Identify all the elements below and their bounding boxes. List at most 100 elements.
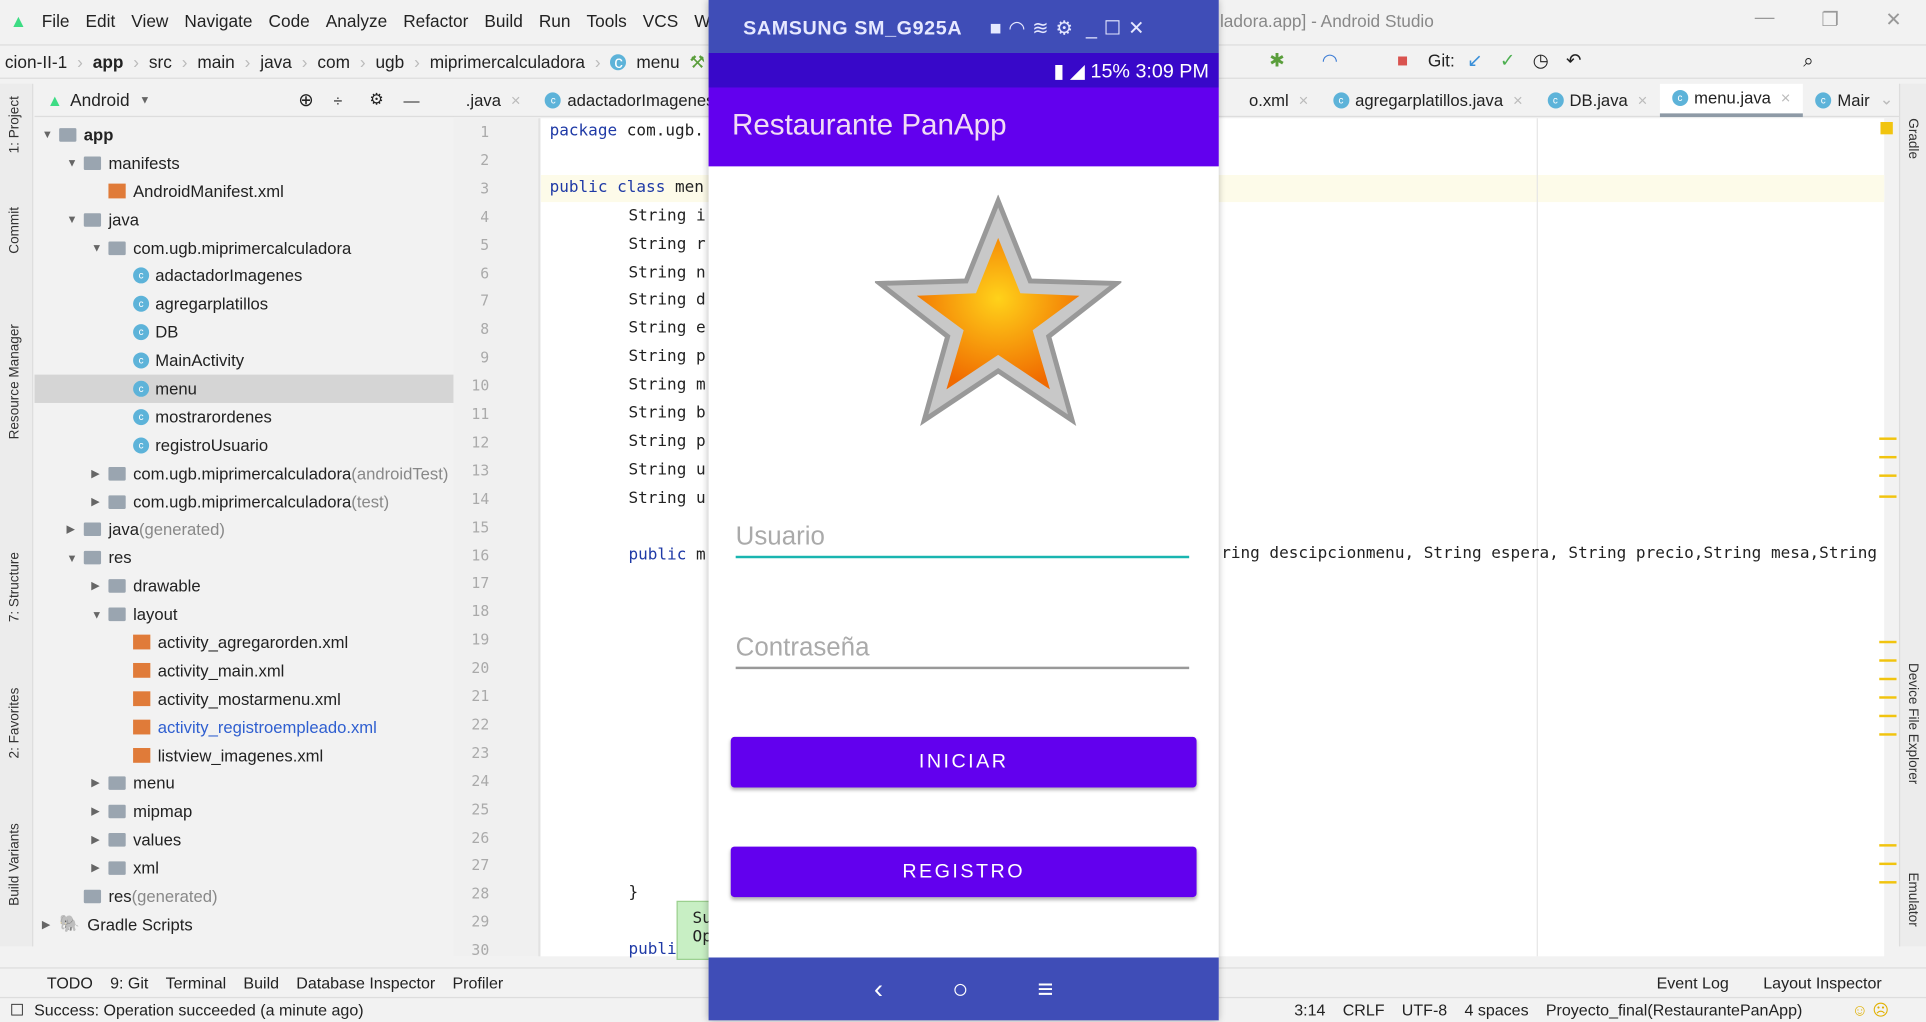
caret-position[interactable]: 3:14 bbox=[1294, 1001, 1325, 1019]
tab-close-icon[interactable]: × bbox=[1781, 89, 1791, 107]
minimize-icon[interactable]: — bbox=[1755, 7, 1775, 29]
tree-item[interactable]: ▶ com.ugb.miprimercalculadora (test) bbox=[35, 487, 454, 515]
menu-file[interactable]: File bbox=[42, 11, 70, 31]
menu-code[interactable]: Code bbox=[269, 11, 310, 31]
collapsed-arrow-icon[interactable]: ▶ bbox=[91, 495, 108, 509]
warning-stripe[interactable] bbox=[1879, 696, 1897, 699]
tab-close-icon[interactable]: × bbox=[1638, 91, 1648, 109]
collapsed-arrow-icon[interactable]: ▶ bbox=[91, 805, 108, 819]
warning-stripe[interactable] bbox=[1879, 640, 1897, 644]
rollback-icon[interactable]: ↶ bbox=[1566, 49, 1582, 72]
tool-event-log[interactable]: Event Log bbox=[1657, 974, 1729, 992]
tree-item[interactable]: ▶ java (generated) bbox=[35, 516, 454, 544]
usuario-field[interactable]: Usuario bbox=[735, 522, 1190, 559]
warning-stripe[interactable] bbox=[1879, 437, 1897, 440]
breadcrumb-item[interactable]: ugb bbox=[375, 52, 404, 72]
tool-window-3[interactable]: 7: Structure bbox=[7, 552, 22, 622]
warning-marker[interactable] bbox=[1880, 121, 1893, 135]
menu-view[interactable]: View bbox=[131, 11, 168, 31]
project-view-select[interactable]: Android bbox=[70, 90, 129, 110]
tool-window-1[interactable]: Commit bbox=[7, 207, 22, 254]
breadcrumb-item[interactable]: cion-II-1 bbox=[5, 52, 67, 72]
tree-item[interactable]: c DB bbox=[35, 318, 454, 346]
status-message[interactable]: Success: Operation succeeded (a minute a… bbox=[34, 1001, 363, 1019]
tree-item[interactable]: c menu bbox=[34, 374, 454, 403]
tree-item[interactable]: c MainActivity bbox=[35, 346, 454, 374]
tab-close-icon[interactable]: × bbox=[1299, 91, 1309, 109]
locate-icon[interactable]: ⊕ bbox=[298, 89, 314, 111]
warning-stripe[interactable] bbox=[1879, 455, 1897, 459]
expanded-arrow-icon[interactable]: ▼ bbox=[67, 213, 84, 225]
menu-tools[interactable]: Tools bbox=[586, 11, 626, 31]
menu-refactor[interactable]: Refactor bbox=[403, 11, 468, 31]
expanded-arrow-icon[interactable]: ▼ bbox=[42, 129, 59, 141]
expanded-arrow-icon[interactable]: ▼ bbox=[91, 242, 108, 254]
menu-analyze[interactable]: Analyze bbox=[326, 11, 387, 31]
line-separator[interactable]: CRLF bbox=[1343, 1001, 1385, 1019]
editor-tab[interactable]: c Mair ⌄ bbox=[1803, 83, 1906, 116]
tree-item[interactable]: activity_main.xml bbox=[35, 657, 454, 685]
editor-tab[interactable]: c DB.java × bbox=[1535, 83, 1660, 116]
tree-item[interactable]: activity_agregarorden.xml bbox=[35, 629, 454, 657]
expanded-arrow-icon[interactable]: ▼ bbox=[67, 157, 84, 169]
breadcrumb-item[interactable]: menu bbox=[636, 52, 679, 72]
tree-item[interactable]: c mostrarordenes bbox=[35, 403, 454, 431]
tree-item[interactable]: ▶ xml bbox=[35, 854, 454, 882]
editor-tab[interactable]: c agregarplatillos.java × bbox=[1321, 83, 1535, 116]
chevron-down-icon[interactable]: ▼ bbox=[139, 94, 150, 106]
close-icon[interactable]: ✕ bbox=[1885, 7, 1902, 32]
history-icon[interactable]: ◷ bbox=[1533, 49, 1549, 72]
warning-stripe[interactable] bbox=[1879, 659, 1897, 662]
tree-item[interactable]: c registroUsuario bbox=[35, 431, 454, 459]
profiler-icon[interactable]: ◠ bbox=[1322, 49, 1338, 72]
tool-profiler[interactable]: Profiler bbox=[452, 974, 503, 992]
warning-stripe[interactable] bbox=[1879, 495, 1897, 498]
tree-item[interactable]: ▶ com.ugb.miprimercalculadora (androidTes… bbox=[35, 459, 454, 487]
collapsed-arrow-icon[interactable]: ▶ bbox=[91, 833, 108, 847]
feedback-icon[interactable]: ☺ ☹ bbox=[1852, 1000, 1890, 1020]
tree-item[interactable]: ▶ values bbox=[35, 826, 454, 854]
collapse-icon[interactable]: ÷ bbox=[334, 91, 343, 109]
back-icon[interactable]: ‹ bbox=[874, 973, 883, 1005]
breadcrumb-item[interactable]: app bbox=[93, 52, 124, 72]
restore-icon[interactable]: ❐ bbox=[1821, 7, 1839, 32]
tree-item[interactable]: ▶ menu bbox=[35, 770, 454, 798]
tree-item[interactable]: ▼ java bbox=[35, 205, 454, 233]
tree-item[interactable]: ▼ manifests bbox=[35, 149, 454, 177]
menu-edit[interactable]: Edit bbox=[86, 11, 116, 31]
tool-window-0[interactable]: 1: Project bbox=[7, 96, 22, 153]
breadcrumb-item[interactable]: com bbox=[317, 52, 350, 72]
tree-item[interactable]: ▼ com.ugb.miprimercalculadora bbox=[35, 234, 454, 262]
tree-item[interactable]: ▶ drawable bbox=[35, 572, 454, 600]
stop-icon[interactable]: ■ bbox=[1397, 50, 1408, 71]
expanded-arrow-icon[interactable]: ▼ bbox=[67, 552, 84, 564]
search-icon[interactable]: ⌕ bbox=[1803, 50, 1813, 71]
tree-item[interactable]: ▶ 🐘 Gradle Scripts bbox=[35, 911, 454, 939]
recents-icon[interactable]: ≡ bbox=[1037, 973, 1053, 1005]
git-update-icon[interactable]: ↙ bbox=[1467, 49, 1483, 72]
warning-stripe[interactable] bbox=[1879, 733, 1897, 736]
tool-window-right-2[interactable]: Emulator bbox=[1905, 872, 1920, 926]
tool-9-git[interactable]: 9: Git bbox=[110, 974, 148, 992]
editor-tab[interactable]: o.xml × bbox=[1237, 83, 1321, 116]
breadcrumb-item[interactable]: miprimercalculadora bbox=[430, 52, 585, 72]
breadcrumb-item[interactable]: main bbox=[197, 52, 234, 72]
home-icon[interactable]: ○ bbox=[952, 973, 968, 1005]
editor-tab[interactable]: .java × bbox=[453, 83, 532, 116]
emulator-controls-icon[interactable]: ■ ◠ ≋ ⚙ _ ☐ ✕ bbox=[990, 18, 1145, 39]
tree-item[interactable]: ▶ mipmap bbox=[35, 798, 454, 826]
git-commit-icon[interactable]: ✓ bbox=[1500, 49, 1516, 72]
collapsed-arrow-icon[interactable]: ▶ bbox=[91, 861, 108, 875]
tool-window-right-0[interactable]: Gradle bbox=[1905, 118, 1920, 159]
tree-item[interactable]: c adactadorImagenes bbox=[35, 262, 454, 290]
tree-item[interactable]: ▼ layout bbox=[35, 600, 454, 628]
collapsed-arrow-icon[interactable]: ▶ bbox=[42, 918, 59, 932]
contrasena-field[interactable]: Contraseña bbox=[735, 633, 1190, 670]
tool-build[interactable]: Build bbox=[243, 974, 279, 992]
breadcrumb-item[interactable]: src bbox=[149, 52, 172, 72]
tree-item[interactable]: c agregarplatillos bbox=[35, 290, 454, 318]
tool-layout-inspector[interactable]: Layout Inspector bbox=[1763, 974, 1881, 992]
editor-tab[interactable]: c menu.java × bbox=[1659, 83, 1803, 117]
tool-window-5[interactable]: Build Variants bbox=[7, 823, 22, 906]
registro-button[interactable]: REGISTRO bbox=[730, 846, 1197, 898]
